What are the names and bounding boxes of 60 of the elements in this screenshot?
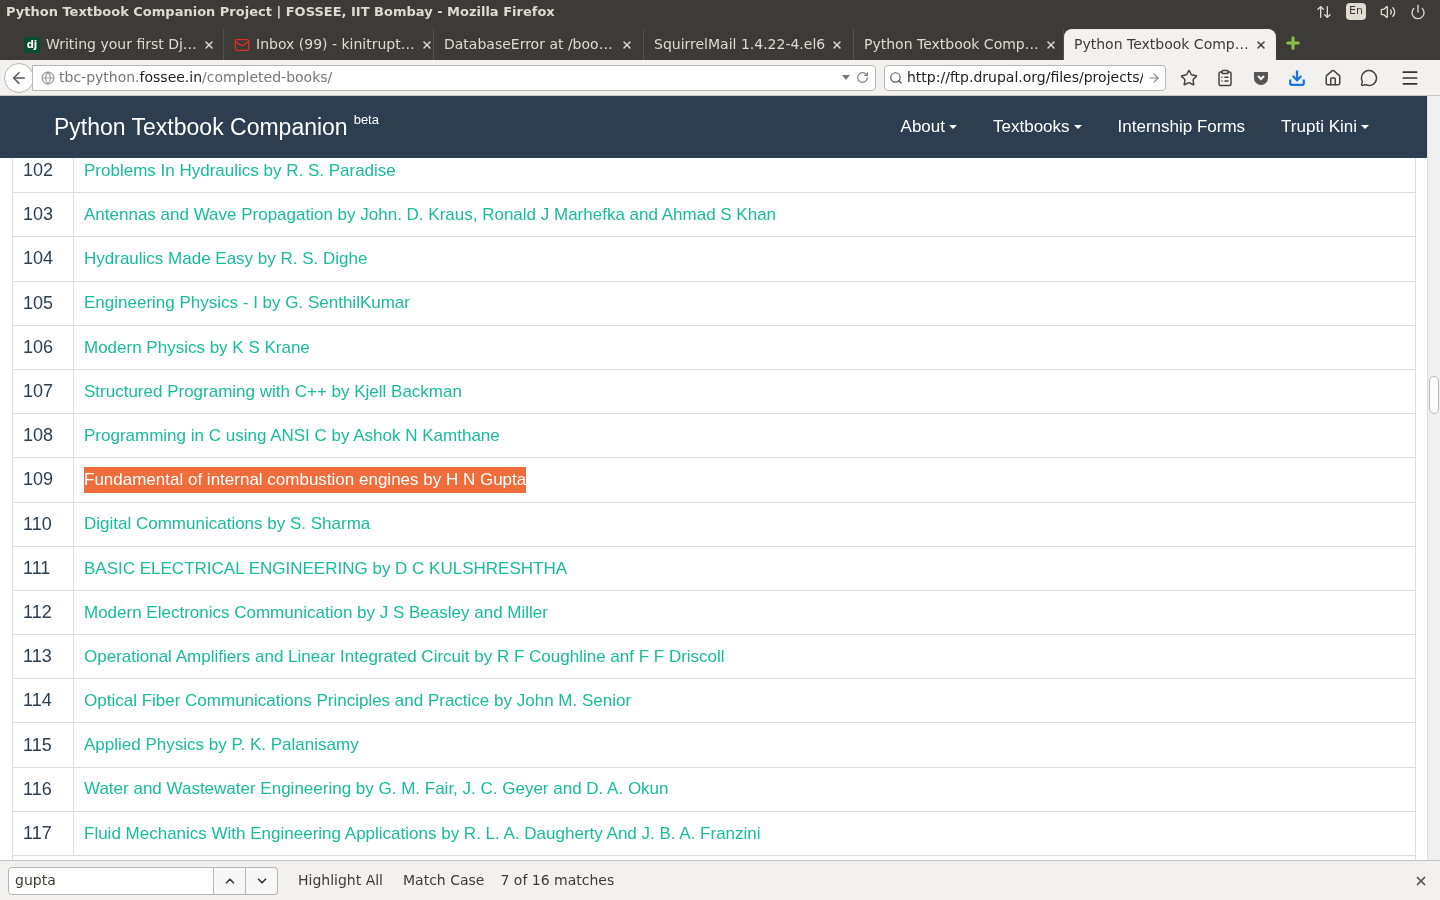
reload-icon[interactable] [856, 71, 869, 84]
row-number: 111 [13, 546, 74, 590]
nav-link[interactable]: Textbooks [993, 114, 1082, 140]
download-icon[interactable] [1288, 68, 1306, 87]
row-number: 110 [13, 502, 74, 546]
scrollbar[interactable] [1427, 96, 1440, 860]
power-icon[interactable] [1410, 3, 1426, 20]
row-number: 109 [13, 458, 74, 502]
network-icon[interactable] [1316, 3, 1333, 20]
globe-icon [41, 70, 55, 85]
tab-label: Writing your first Dj… [46, 35, 197, 54]
scrollbar-thumb[interactable] [1429, 376, 1439, 414]
mail-icon [234, 36, 250, 53]
row-number: 103 [13, 193, 74, 237]
close-icon[interactable] [1044, 38, 1057, 51]
beta-label: beta [353, 111, 379, 130]
row-number: 115 [13, 723, 74, 767]
close-icon[interactable] [831, 38, 844, 51]
home-icon[interactable] [1324, 68, 1342, 87]
close-icon[interactable] [202, 38, 215, 51]
row-number: 104 [13, 237, 74, 281]
close-icon[interactable] [420, 38, 433, 51]
row-number: 102 [13, 158, 74, 193]
url-field[interactable]: tbc-python.fossee.in/completed-books/ [32, 64, 876, 91]
browser-tab[interactable]: Python Textbook Comp… [1064, 29, 1276, 60]
row-number: 112 [13, 590, 74, 635]
bookmark-star-icon[interactable] [1180, 68, 1198, 87]
site-brand[interactable]: Python Textbook Companion [54, 109, 348, 145]
row-number: 116 [13, 767, 74, 811]
tab-label: DatabaseError at /boo… [444, 35, 613, 54]
keyboard-layout-indicator[interactable]: En [1346, 3, 1366, 20]
close-icon[interactable] [1254, 38, 1267, 51]
find-field[interactable]: gupta [8, 866, 214, 895]
volume-icon[interactable] [1380, 3, 1396, 20]
nav-link[interactable]: Internship Forms [1117, 114, 1246, 140]
row-number: 107 [13, 369, 74, 414]
nav-link[interactable]: Trupti Kini [1281, 114, 1369, 140]
find-option-button[interactable]: Match Case [403, 870, 485, 891]
dropdown-icon[interactable] [842, 75, 850, 80]
row-number: 106 [13, 325, 74, 369]
row-number: 114 [13, 679, 74, 723]
nav-link[interactable]: About [900, 114, 957, 140]
tab-label: Python Textbook Comp… [864, 35, 1039, 54]
site-favicon: dj [24, 36, 40, 53]
window-title: Python Textbook Companion Project | FOSSEE, IIT Bombay - Mozilla Firefox [6, 2, 555, 21]
tab-label: SquirrelMail 1.4.22-4.el6 [654, 35, 826, 54]
back-button[interactable] [4, 62, 34, 93]
row-number: 113 [13, 635, 74, 679]
row-number: 117 [13, 811, 74, 855]
row-number: 108 [13, 414, 74, 458]
tab-label: Python Textbook Comp… [1074, 35, 1249, 54]
bookmarks-list-icon[interactable] [1216, 68, 1234, 87]
new-tab-icon[interactable] [1284, 34, 1302, 52]
match-count: 7 of 16 matches [500, 871, 615, 890]
row-number: 105 [13, 281, 74, 325]
tab-label: Inbox (99) - kinitrupt… [256, 35, 415, 54]
close-icon[interactable] [621, 38, 633, 51]
find-option-button[interactable]: Highlight All [298, 870, 383, 891]
search-icon [889, 70, 903, 85]
chat-icon[interactable] [1360, 68, 1378, 87]
